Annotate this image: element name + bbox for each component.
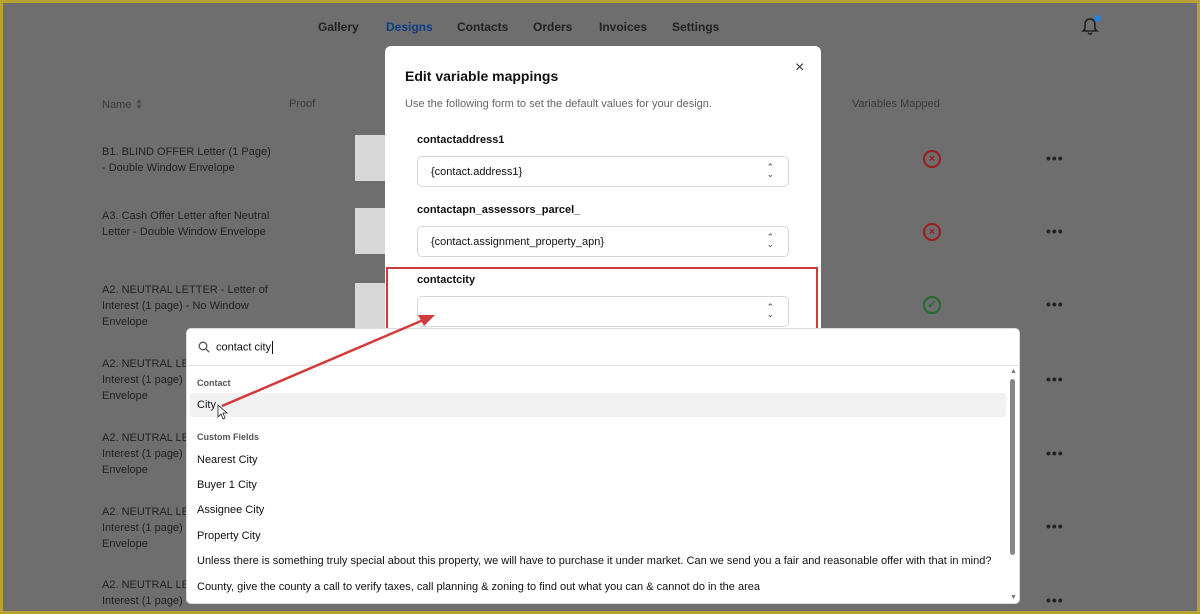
table-row-name[interactable]: A2. NEUTRAL LETTER - Letter of Interest … [102,282,272,330]
scroll-down-arrow-icon[interactable]: ▼ [1010,594,1017,601]
top-nav: Gallery Designs Contacts Orders Invoices… [3,3,1197,51]
page-backdrop: Gallery Designs Contacts Orders Invoices… [3,3,1197,611]
column-header-name[interactable]: Name ⇕ [102,98,144,111]
sort-icon[interactable]: ⇕ [134,99,143,111]
row-actions-button[interactable]: ••• [1046,223,1064,239]
column-header-proof: Proof [289,98,316,110]
variable-select-contactaddress1[interactable]: {contact.address1} ⌃ ⌄ [417,156,789,187]
select-value: {contact.assignment_property_apn} [431,236,605,248]
option-buyer-1-city[interactable]: Buyer 1 City [190,473,1006,497]
nav-designs[interactable]: Designs [386,20,433,34]
option-city[interactable]: City [190,393,1006,417]
option-property-city[interactable]: Property City [190,524,1006,548]
option-assignee-city[interactable]: Assignee City [190,498,1006,522]
proof-thumbnail[interactable] [355,208,389,254]
nav-contacts[interactable]: Contacts [457,20,508,34]
close-icon[interactable]: × [795,59,804,77]
field-label: contactcity [417,274,476,286]
modal-title: Edit variable mappings [405,68,559,84]
proof-thumbnail[interactable] [355,283,389,329]
proof-thumbnail[interactable] [355,135,389,181]
field-label: contactapn_assessors_parcel_ [417,204,581,216]
status-mapped-icon: ✓ [923,296,941,314]
search-icon [198,341,210,353]
chevron-up-down-icon: ⌃ ⌄ [766,302,774,319]
option-nearest-city[interactable]: Nearest City [190,448,1006,472]
table-row-name[interactable]: B1. BLIND OFFER Letter (1 Page) - Double… [102,144,272,176]
field-label: contactaddress1 [417,134,505,146]
group-heading-custom-fields: Custom Fields [197,432,260,442]
variable-search-dropdown: contact city Contact City Custom Fields … [186,328,1020,604]
row-actions-button[interactable]: ••• [1046,518,1064,534]
column-header-variables-mapped: Variables Mapped [852,98,940,110]
nav-orders[interactable]: Orders [533,20,572,34]
row-actions-button[interactable]: ••• [1046,592,1064,608]
select-value: {contact.address1} [431,166,523,178]
dropdown-scrollbar[interactable]: ▲ ▼ [1010,368,1017,602]
group-heading-contact: Contact [197,378,231,388]
search-input[interactable]: contact city [216,341,816,354]
variable-select-contactcity[interactable]: ⌃ ⌄ [417,296,789,327]
chevron-up-down-icon: ⌃ ⌄ [766,232,774,249]
option-custom-field-offer-text[interactable]: Unless there is something truly special … [190,549,1006,573]
edit-variable-mappings-modal: Edit variable mappings × Use the followi… [385,46,821,346]
modal-description: Use the following form to set the defaul… [405,98,712,110]
nav-invoices[interactable]: Invoices [599,20,647,34]
table-row-name[interactable]: A2. NEUTRAL LETTER - Letter of Interest … [102,504,186,552]
row-actions-button[interactable]: ••• [1046,445,1064,461]
search-bar: contact city [187,329,1019,366]
scroll-up-arrow-icon[interactable]: ▲ [1010,368,1017,375]
table-row-name[interactable]: A2. NEUTRAL LETTER - Letter of Interest … [102,356,186,404]
table-row-name[interactable]: A3. Cash Offer Letter after Neutral Lett… [102,208,272,240]
row-actions-button[interactable]: ••• [1046,296,1064,312]
table-row-name[interactable]: A2. NEUTRAL LETTER - Letter of Interest … [102,430,186,478]
table-row-name[interactable]: A2. NEUTRAL LETTER - Letter of Interest … [102,577,186,611]
variable-select-contactapn[interactable]: {contact.assignment_property_apn} ⌃ ⌄ [417,226,789,257]
nav-gallery[interactable]: Gallery [318,20,359,34]
scrollbar-thumb[interactable] [1010,379,1015,555]
nav-settings[interactable]: Settings [672,20,719,34]
option-custom-field-county-text[interactable]: County, give the county a call to verify… [190,575,1006,599]
status-unmapped-icon: × [923,150,941,168]
chevron-up-down-icon: ⌃ ⌄ [766,162,774,179]
status-unmapped-icon: × [923,223,941,241]
row-actions-button[interactable]: ••• [1046,371,1064,387]
row-actions-button[interactable]: ••• [1046,150,1064,166]
notification-dot [1094,15,1101,22]
